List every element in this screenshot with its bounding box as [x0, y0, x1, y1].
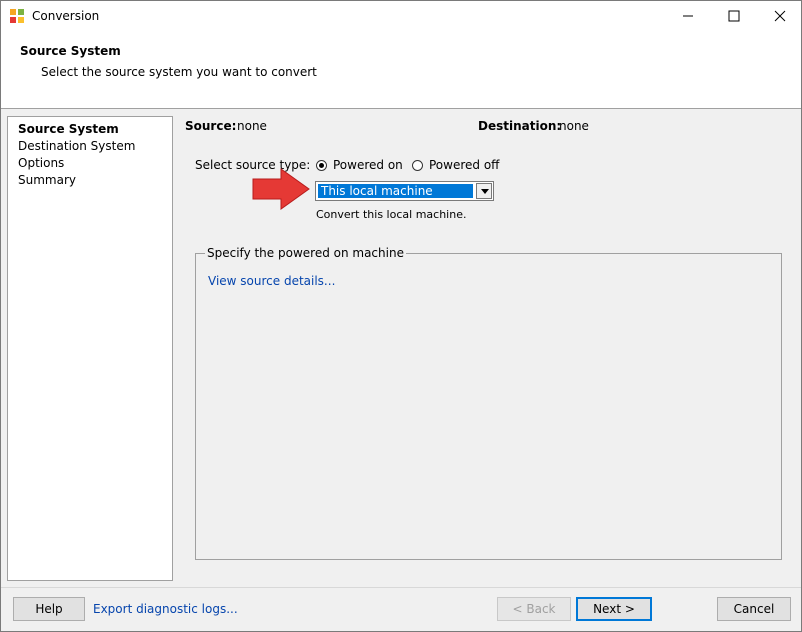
next-button[interactable]: Next >	[576, 597, 652, 621]
step-source-system[interactable]: Source System	[18, 122, 119, 136]
help-button[interactable]: Help	[13, 597, 85, 621]
machine-dropdown-value: This local machine	[317, 183, 474, 199]
powered-on-machine-group	[195, 253, 782, 560]
window-title: Conversion	[32, 9, 100, 23]
conversion-window: Conversion Source System Select the sour…	[0, 0, 802, 632]
powered-on-label[interactable]: Powered on	[333, 158, 403, 172]
powered-off-label[interactable]: Powered off	[429, 158, 499, 172]
chevron-down-icon[interactable]	[476, 183, 492, 199]
page-title: Source System	[20, 44, 121, 58]
footer-separator	[1, 587, 801, 588]
minimize-icon	[683, 15, 693, 17]
minimize-button[interactable]	[665, 1, 711, 31]
close-button[interactable]	[757, 1, 802, 31]
powered-on-radio[interactable]	[316, 160, 327, 171]
wizard-header: Source System Select the source system y…	[1, 31, 801, 109]
step-destination-system[interactable]: Destination System	[18, 139, 135, 153]
step-options[interactable]: Options	[18, 156, 64, 170]
group-legend: Specify the powered on machine	[205, 246, 406, 260]
powered-off-radio[interactable]	[412, 160, 423, 171]
close-icon	[774, 10, 786, 22]
maximize-icon	[728, 10, 740, 22]
step-summary[interactable]: Summary	[18, 173, 76, 187]
machine-dropdown[interactable]: This local machine	[315, 181, 494, 201]
cancel-button[interactable]: Cancel	[717, 597, 791, 621]
machine-description: Convert this local machine.	[316, 208, 467, 221]
destination-value: none	[559, 119, 589, 133]
export-diagnostic-logs-link[interactable]: Export diagnostic logs...	[93, 602, 238, 616]
back-button[interactable]: < Back	[497, 597, 571, 621]
page-subtitle: Select the source system you want to con…	[41, 65, 317, 79]
app-icon	[10, 9, 24, 23]
destination-label: Destination:	[478, 119, 562, 133]
source-label: Source:	[185, 119, 237, 133]
arrow-icon	[252, 168, 310, 210]
maximize-button[interactable]	[711, 1, 757, 31]
steps-panel: Source System Destination System Options…	[7, 116, 173, 581]
source-value: none	[237, 119, 267, 133]
view-source-details-link[interactable]: View source details...	[208, 274, 335, 288]
title-bar[interactable]: Conversion	[1, 1, 801, 31]
